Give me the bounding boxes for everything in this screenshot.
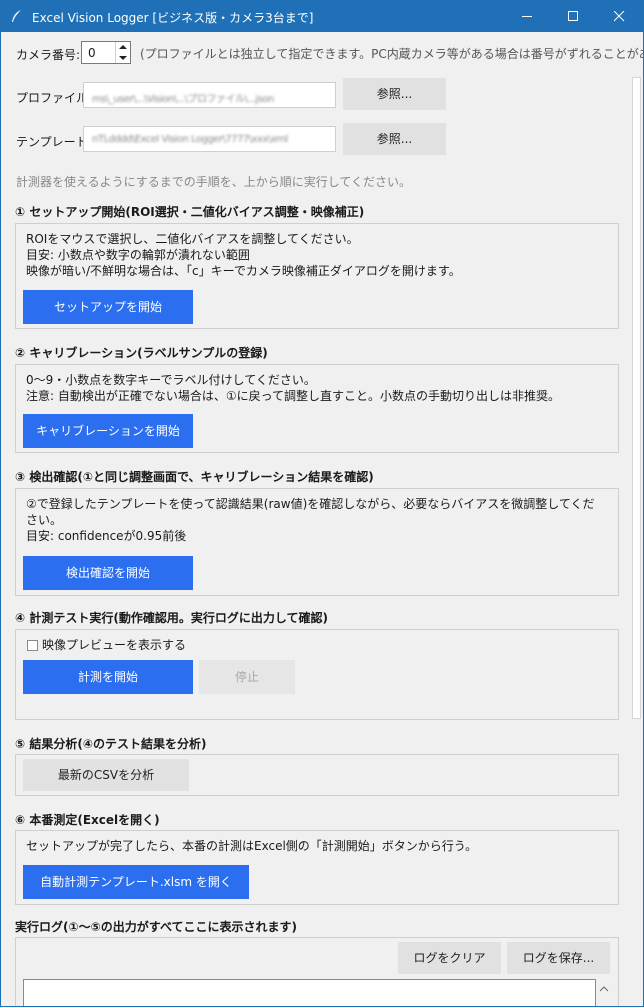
template-label: テンプレート: (16, 135, 92, 149)
spin-arrows (115, 42, 130, 63)
close-icon (614, 11, 625, 22)
start-calibration-button[interactable]: キャリブレーションを開始 (23, 414, 193, 448)
camera-value[interactable]: 0 (88, 46, 96, 60)
template-path-field[interactable]: nTLdddd\Excel Vision Logger\7777\xxx\xml (83, 126, 336, 152)
calibration-line-1: 0〜9・小数点を数字キーでラベル付けしてください。 (26, 373, 316, 387)
main-content: カメラ番号: 0 (プロファイルとは独立して指定できます。PC内蔵カメラ等がある… (1, 32, 643, 1006)
spin-down-icon[interactable] (116, 53, 130, 63)
profile-label: プロファイル: (16, 91, 93, 105)
window-title: Excel Vision Logger [ビジネス版・カメラ3台まで] (32, 11, 314, 25)
camera-hint: (プロファイルとは独立して指定できます。PC内蔵カメラ等がある場合は番号がずれる… (140, 47, 643, 61)
save-log-button[interactable]: ログを保存... (507, 942, 610, 974)
camera-spinbox[interactable]: 0 (81, 41, 131, 64)
main-scrollbar-thumb[interactable] (632, 77, 641, 719)
feather-icon (12, 10, 21, 22)
test-section-title: ④ 計測テスト実行(動作確認用。実行ログに出力して確認) (15, 611, 328, 625)
log-scrollbar[interactable] (596, 979, 612, 1006)
setup-section-title: ① セットアップ開始(ROI選択・二値化バイアス調整・映像補正) (15, 205, 365, 219)
profile-path-field[interactable]: ms\_user\...\Vision\...\プロファイル\...json (83, 82, 336, 108)
analysis-section-title: ⑤ 結果分析(④のテスト結果を分析) (15, 737, 207, 751)
production-line: セットアップが完了したら、本番の計測はExcel側の「計測開始」ボタンから行う。 (26, 839, 478, 853)
close-button[interactable] (597, 1, 643, 32)
app-window: Excel Vision Logger [ビジネス版・カメラ3台まで] カメラ番… (0, 0, 644, 1007)
profile-browse-button[interactable]: 参照... (343, 78, 446, 110)
verify-line-2: さい。 (26, 513, 63, 527)
verify-section-title: ③ 検出確認(①と同じ調整画面で、キャリブレーション結果を確認) (15, 470, 374, 484)
preview-checkbox[interactable] (27, 640, 38, 651)
setup-line-2: 目安: 小数点や数字の輪郭が潰れない範囲 (26, 248, 250, 262)
setup-line-1: ROIをマウスで選択し、二値化バイアスを調整してください。 (26, 232, 359, 246)
calibration-section-title: ② キャリブレーション(ラベルサンプルの登録) (15, 346, 268, 360)
maximize-icon (568, 11, 578, 21)
production-section-title: ⑥ 本番測定(Excelを開く) (15, 813, 160, 827)
start-setup-button[interactable]: セットアップを開始 (23, 290, 193, 324)
clear-log-button[interactable]: ログをクリア (398, 942, 501, 974)
verify-line-1: ②で登録したテンプレートを使って認識結果(raw値)を確認しながら、必要ならバイ… (26, 497, 595, 511)
maximize-button[interactable] (551, 1, 597, 32)
start-verify-button[interactable]: 検出確認を開始 (23, 556, 193, 590)
setup-line-3: 映像が暗い/不鮮明な場合は、「c」キーでカメラ映像補正ダイアログを開けます。 (26, 264, 461, 278)
calibration-line-2: 注意: 自動検出が正確でない場合は、①に戻って調整し直すこと。小数点の手動切り出… (26, 389, 561, 403)
scroll-up-icon[interactable] (596, 981, 612, 997)
start-measurement-button[interactable]: 計測を開始 (23, 660, 193, 694)
template-browse-button[interactable]: 参照... (343, 123, 446, 155)
log-text-area[interactable] (23, 979, 596, 1006)
verify-line-3: 目安: confidenceが0.95前後 (26, 529, 187, 543)
open-excel-template-button[interactable]: 自動計測テンプレート.xlsm を開く (23, 865, 249, 899)
title-bar[interactable]: Excel Vision Logger [ビジネス版・カメラ3台まで] (1, 1, 643, 32)
template-path-text: nTLdddd\Excel Vision Logger\7777\xxx\xml (92, 134, 288, 145)
minimize-button[interactable] (505, 1, 551, 32)
intro-text: 計測器を使えるようにするまでの手順を、上から順に実行してください。 (16, 175, 412, 189)
stop-measurement-button[interactable]: 停止 (199, 660, 295, 694)
camera-label: カメラ番号: (16, 48, 81, 62)
spin-up-icon[interactable] (116, 42, 130, 52)
profile-path-text: ms\_user\...\Vision\...\プロファイル\...json (92, 94, 274, 105)
preview-checkbox-label[interactable]: 映像プレビューを表示する (42, 637, 186, 653)
log-section-title: 実行ログ(①〜⑤の出力がすべてここに表示されます) (15, 920, 297, 934)
analyze-csv-button[interactable]: 最新のCSVを分析 (23, 759, 189, 791)
minimize-icon (522, 16, 532, 17)
